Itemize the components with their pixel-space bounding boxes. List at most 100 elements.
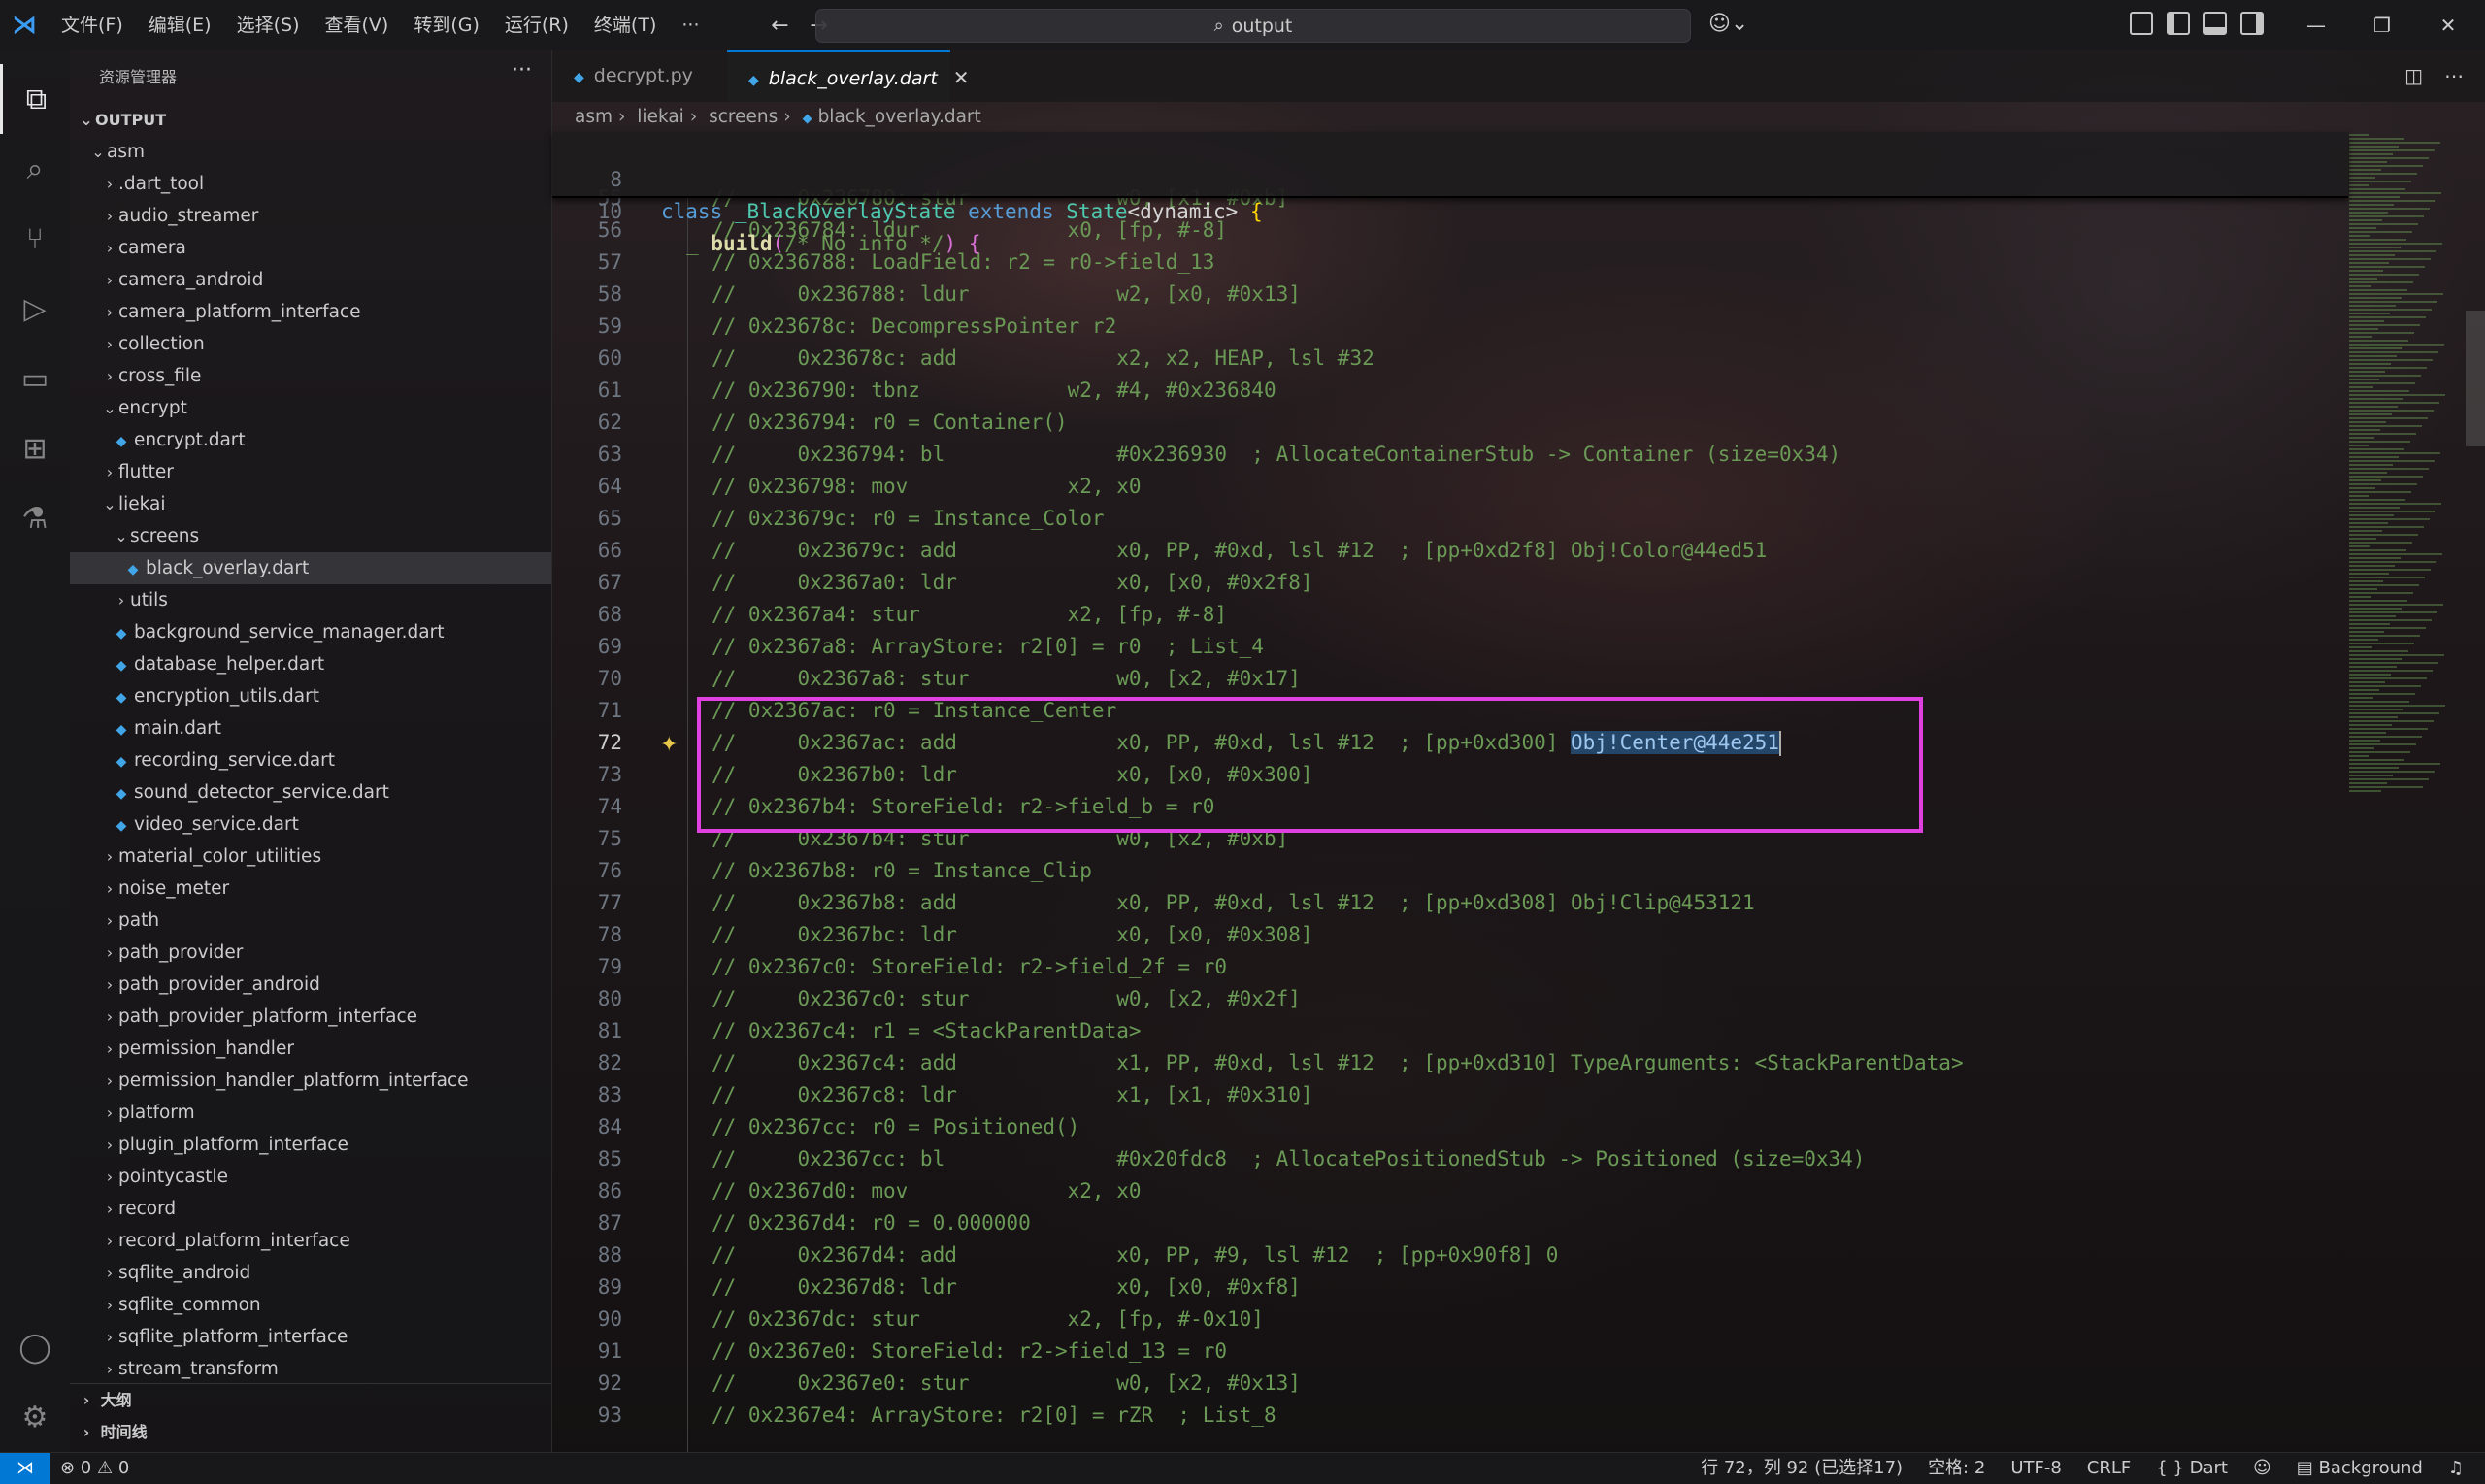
remote-indicator-icon[interactable]: ⋊ bbox=[0, 1453, 50, 1484]
tree-folder[interactable]: › path_provider bbox=[70, 937, 551, 969]
tree-folder[interactable]: › pointycastle bbox=[70, 1161, 551, 1193]
menu-item[interactable]: 文件(F) bbox=[49, 0, 136, 50]
notifications-bell-icon[interactable]: ♫ bbox=[2448, 1453, 2464, 1484]
source-control-icon[interactable]: ⑂ bbox=[0, 204, 70, 274]
tree-folder[interactable]: › path bbox=[70, 905, 551, 937]
language-mode[interactable]: { } Dart bbox=[2156, 1453, 2228, 1484]
tree-folder[interactable]: › .dart_tool bbox=[70, 168, 551, 200]
remote-explorer-icon[interactable]: ▭ bbox=[0, 344, 70, 413]
tree-folder[interactable]: › camera_platform_interface bbox=[70, 296, 551, 328]
code-line[interactable]: 70 // 0x2367a8: stur w0, [x2, #0x17] bbox=[552, 663, 2348, 695]
menu-item[interactable]: 查看(V) bbox=[313, 0, 402, 50]
code-line[interactable]: 77 // 0x2367b8: add x0, PP, #0xd, lsl #12… bbox=[552, 887, 2348, 919]
tree-file[interactable]: ◆ encryption_utils.dart bbox=[70, 680, 551, 712]
copilot-icon[interactable]: ☺⌄ bbox=[1708, 12, 1748, 36]
line-ending[interactable]: CRLF bbox=[2087, 1453, 2131, 1484]
toggle-panel-icon[interactable] bbox=[2203, 12, 2227, 35]
code-line[interactable]: 81 // 0x2367c4: r1 = <StackParentData> bbox=[552, 1015, 2348, 1047]
toggle-sidebar-icon[interactable] bbox=[2167, 12, 2190, 35]
scrollbar-thumb[interactable] bbox=[2466, 311, 2485, 446]
code-line[interactable]: 69 // 0x2367a8: ArrayStore: r2[0] = r0 ; … bbox=[552, 631, 2348, 663]
tab-black-overlay-dart[interactable]: ◆ black_overlay.dart ✕ bbox=[727, 50, 970, 102]
menu-item[interactable]: 运行(R) bbox=[492, 0, 581, 50]
sidebar-more-icon[interactable]: ··· bbox=[512, 58, 532, 82]
code-line[interactable]: 85 // 0x2367cc: bl #0x20fdc8 ; AllocatePo… bbox=[552, 1143, 2348, 1175]
code-line[interactable]: 88 // 0x2367d4: add x0, PP, #9, lsl #12 ;… bbox=[552, 1239, 2348, 1271]
code-line[interactable]: 89 // 0x2367d8: ldr x0, [x0, #0xf8] bbox=[552, 1271, 2348, 1303]
accounts-icon[interactable]: ◯ bbox=[0, 1312, 70, 1382]
tree-file[interactable]: ◆ video_service.dart bbox=[70, 808, 551, 841]
breadcrumb-item[interactable]: black_overlay.dart bbox=[818, 107, 981, 127]
cursor-position[interactable]: 行 72，列 92 (已选择17) bbox=[1701, 1453, 1903, 1484]
tree-folder[interactable]: › sqflite_android bbox=[70, 1257, 551, 1289]
menu-item[interactable]: ··· bbox=[669, 0, 712, 50]
tree-file[interactable]: ◆ main.dart bbox=[70, 712, 551, 744]
search-view-icon[interactable]: ⌕ bbox=[0, 134, 70, 204]
code-line[interactable]: 62 // 0x236794: r0 = Container() bbox=[552, 407, 2348, 439]
code-line[interactable]: 58// 0x236788: ldur w2, [x0, #0x13] bbox=[552, 279, 2348, 311]
tab-decrypt-py[interactable]: ◆ decrypt.py bbox=[552, 50, 725, 102]
tree-folder[interactable]: › collection bbox=[70, 328, 551, 360]
menu-item[interactable]: 选择(S) bbox=[224, 0, 313, 50]
sticky-scroll[interactable]: 8 class _BlackOverlayState extends State… bbox=[552, 132, 2348, 255]
command-center-search[interactable]: ⌕ output bbox=[815, 9, 1691, 43]
code-line[interactable]: 64 // 0x236798: mov x2, x0 bbox=[552, 471, 2348, 503]
tree-folder[interactable]: › material_color_utilities bbox=[70, 841, 551, 873]
back-arrow-icon[interactable]: ← bbox=[760, 14, 799, 38]
code-line[interactable]: 78 // 0x2367bc: ldr x0, [x0, #0x308] bbox=[552, 919, 2348, 951]
tree-folder[interactable]: › noise_meter bbox=[70, 873, 551, 905]
breadcrumb-item[interactable]: asm bbox=[575, 107, 613, 127]
explorer-icon[interactable]: ⧉ bbox=[0, 64, 70, 134]
tree-folder[interactable]: › path_provider_platform_interface bbox=[70, 1001, 551, 1033]
code-line[interactable]: 67 // 0x2367a0: ldr x0, [x0, #0x2f8] bbox=[552, 567, 2348, 599]
breadcrumb-item[interactable]: liekai bbox=[637, 107, 684, 127]
code-line[interactable]: 93 // 0x2367e4: ArrayStore: r2[0] = rZR ;… bbox=[552, 1400, 2348, 1432]
code-line[interactable]: 91 // 0x2367e0: StoreField: r2->field_13 … bbox=[552, 1336, 2348, 1368]
run-debug-icon[interactable]: ▷ bbox=[0, 274, 70, 344]
code-line[interactable]: 82 // 0x2367c4: add x1, PP, #0xd, lsl #12… bbox=[552, 1047, 2348, 1079]
encoding[interactable]: UTF-8 bbox=[2010, 1453, 2061, 1484]
menu-item[interactable]: 转到(G) bbox=[401, 0, 492, 50]
sticky-line[interactable]: 10 _ build(/* No info */) { bbox=[552, 164, 2348, 255]
indentation[interactable]: 空格: 2 bbox=[1928, 1453, 1985, 1484]
tree-folder[interactable]: ⌄ screens bbox=[70, 520, 551, 552]
tree-folder[interactable]: › permission_handler bbox=[70, 1033, 551, 1065]
restore-icon[interactable]: ❐ bbox=[2349, 0, 2415, 50]
close-tab-icon[interactable]: ✕ bbox=[953, 66, 970, 89]
code-line[interactable]: 68 // 0x2367a4: stur x2, [fp, #-8] bbox=[552, 599, 2348, 631]
tree-file[interactable]: ◆ recording_service.dart bbox=[70, 744, 551, 776]
problems-count[interactable]: ⊗ 0 ⚠ 0 bbox=[60, 1453, 129, 1484]
menu-item[interactable]: 终端(T) bbox=[581, 0, 669, 50]
tree-file[interactable]: ◆ background_service_manager.dart bbox=[70, 616, 551, 648]
code-line[interactable]: 76 // 0x2367b8: r0 = Instance_Clip bbox=[552, 855, 2348, 887]
tree-folder[interactable]: › flutter bbox=[70, 456, 551, 488]
tree-folder[interactable]: › camera bbox=[70, 232, 551, 264]
code-line[interactable]: 90 // 0x2367dc: stur x2, [fp, #-0x10] bbox=[552, 1303, 2348, 1336]
timeline-section[interactable]: › 时间线 bbox=[70, 1416, 551, 1448]
tree-folder[interactable]: ⌄ encrypt bbox=[70, 392, 551, 424]
sticky-line[interactable]: 8 class _BlackOverlayState extends State… bbox=[552, 132, 2348, 223]
tree-file[interactable]: ◆ database_helper.dart bbox=[70, 648, 551, 680]
tree-file[interactable]: ◆ sound_detector_service.dart bbox=[70, 776, 551, 808]
minimap[interactable] bbox=[2349, 132, 2466, 811]
code-line[interactable]: 83 // 0x2367c8: ldr x1, [x1, #0x310] bbox=[552, 1079, 2348, 1111]
outline-section[interactable]: › 大纲 bbox=[70, 1384, 551, 1416]
tree-folder[interactable]: › cross_file bbox=[70, 360, 551, 392]
testing-icon[interactable]: ⚗ bbox=[0, 483, 70, 553]
breadcrumb-item[interactable]: screens bbox=[709, 107, 778, 127]
tree-folder[interactable]: ⌄ liekai bbox=[70, 488, 551, 520]
settings-gear-icon[interactable]: ⚙ bbox=[0, 1382, 70, 1452]
code-line[interactable]: 65 // 0x23679c: r0 = Instance_Color bbox=[552, 503, 2348, 535]
code-line[interactable]: 66 // 0x23679c: add x0, PP, #0xd, lsl #12… bbox=[552, 535, 2348, 567]
code-line[interactable]: 60 // 0x23678c: add x2, x2, HEAP, lsl #32 bbox=[552, 343, 2348, 375]
tree-folder[interactable]: › camera_android bbox=[70, 264, 551, 296]
code-line[interactable]: 86 // 0x2367d0: mov x2, x0 bbox=[552, 1175, 2348, 1207]
toggle-secondary-sidebar-icon[interactable] bbox=[2240, 12, 2264, 35]
tree-folder[interactable]: › record_platform_interface bbox=[70, 1225, 551, 1257]
customize-layout-icon[interactable] bbox=[2130, 12, 2153, 35]
tree-folder[interactable]: › audio_streamer bbox=[70, 200, 551, 232]
tree-folder[interactable]: › utils bbox=[70, 584, 551, 616]
tree-folder[interactable]: › record bbox=[70, 1193, 551, 1225]
copilot-status-icon[interactable]: ☺ bbox=[2253, 1453, 2271, 1484]
tree-folder[interactable]: › path_provider_android bbox=[70, 969, 551, 1001]
